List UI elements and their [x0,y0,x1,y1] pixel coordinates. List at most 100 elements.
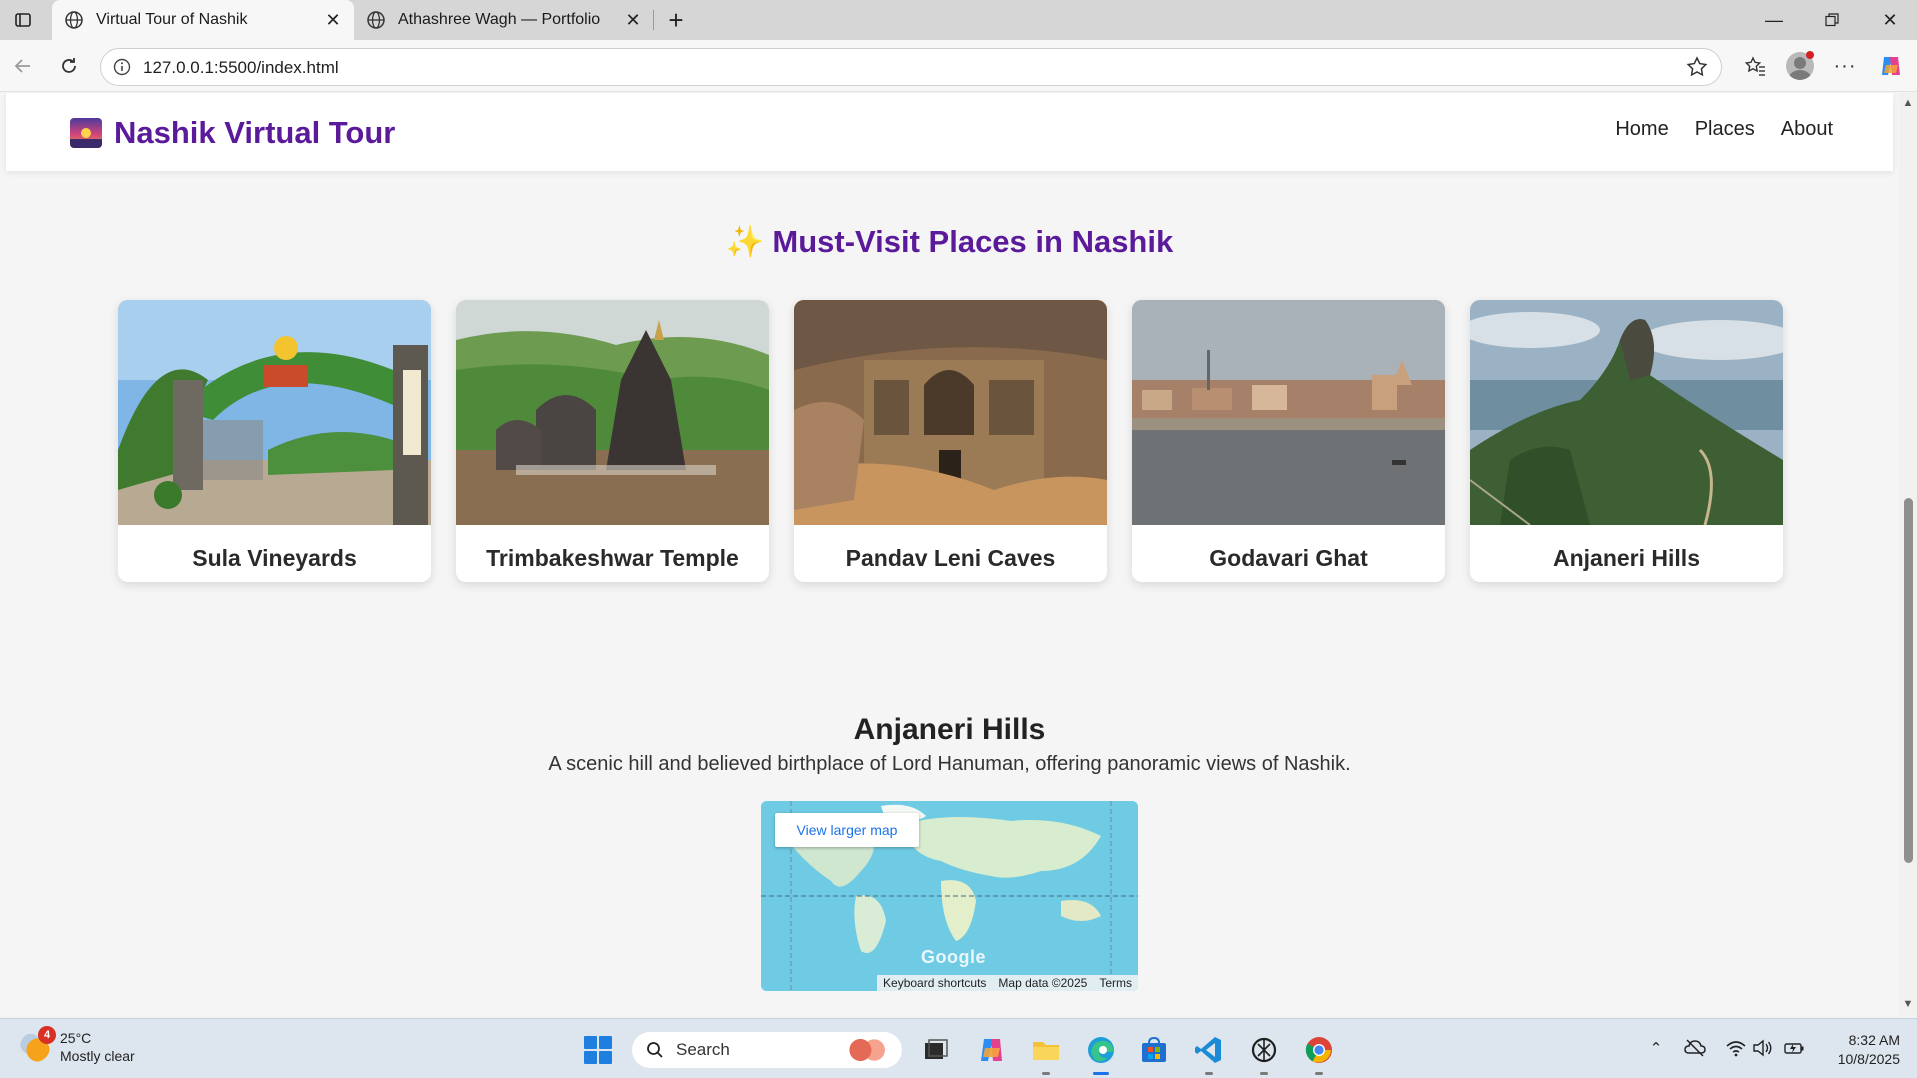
tab-virtual-tour[interactable]: Virtual Tour of Nashik ✕ [52,0,354,40]
copilot-taskbar-button[interactable] [976,1034,1008,1066]
main-nav: Home Places About [1615,118,1833,141]
clock-date: 10/8/2025 [1837,1051,1900,1067]
place-card-pandav-leni[interactable]: Pandav Leni Caves [794,300,1107,582]
place-card-title: Pandav Leni Caves [845,545,1056,571]
vscode-icon [1195,1037,1221,1063]
close-icon[interactable]: ✕ [624,10,642,30]
start-button[interactable] [584,1036,612,1064]
taskbar: 4 25°C Mostly clear Search ⌃ 8:32 AM 10/… [0,1018,1917,1078]
new-tab-button[interactable]: + [662,4,690,35]
weather-icon: 4 [20,1026,56,1062]
place-card-sula[interactable]: Sula Vineyards [118,300,431,582]
place-card-title: Sula Vineyards [192,545,357,571]
taskbar-search[interactable]: Search [632,1032,902,1068]
task-view-button[interactable] [920,1034,952,1066]
back-button[interactable] [6,49,40,83]
reload-button[interactable] [52,49,86,83]
tab-actions-button[interactable] [10,8,36,32]
speaker-icon [1753,1039,1772,1057]
battery-status[interactable] [1783,1039,1805,1059]
plus-icon: + [668,4,684,35]
copilot-button[interactable] [1874,49,1908,83]
weather-badge: 4 [38,1026,56,1044]
tab-divider [653,10,654,30]
terms-link[interactable]: Terms [1093,975,1138,991]
google-logo: Google [921,947,986,967]
notification-dot [1806,51,1814,59]
back-arrow-icon [14,59,30,73]
file-explorer-button[interactable] [1030,1034,1062,1075]
vscode-button[interactable] [1193,1034,1225,1075]
store-icon [1142,1036,1166,1062]
places-grid: Sula Vineyards Trimbakeshwar Temple Pand… [118,300,1783,582]
close-window-button[interactable]: ✕ [1861,0,1917,40]
sparkle-icon: ✨ [725,224,765,259]
nav-places[interactable]: Places [1695,118,1755,141]
wifi-status[interactable] [1725,1039,1747,1059]
search-icon [647,1042,663,1058]
chrome-button[interactable] [1303,1034,1335,1075]
nav-home[interactable]: Home [1615,118,1668,141]
system-clock[interactable]: 8:32 AM 10/8/2025 [1826,1031,1900,1069]
page-viewport: Nashik Virtual Tour Home Places About ✨ M… [0,93,1899,1015]
anjaneri-hills-photo [1470,300,1783,526]
favorite-star-icon[interactable] [1685,55,1709,79]
restore-button[interactable] [1803,0,1861,40]
sunset-city-icon [70,118,102,148]
favorites-button[interactable] [1738,49,1772,83]
tab-actions-icon [15,13,31,27]
search-placeholder: Search [676,1040,730,1059]
url-text[interactable]: 127.0.0.1:5500/index.html [143,58,339,78]
section-title: ✨ Must-Visit Places in Nashik [0,223,1899,260]
onedrive-status[interactable] [1684,1039,1706,1059]
scroll-up-icon[interactable]: ▲ [1902,97,1914,109]
chatgpt-button[interactable] [1248,1034,1280,1075]
wifi-icon [1726,1041,1746,1057]
more-icon: ··· [1833,54,1857,77]
chatgpt-icon [1251,1037,1277,1063]
globe-icon [65,11,83,29]
embedded-map[interactable]: View larger map Google Keyboard shortcut… [761,801,1138,991]
section-title-text: Must-Visit Places in Nashik [772,224,1174,259]
show-hidden-icons-button[interactable]: ⌃ [1645,1039,1667,1059]
site-brand[interactable]: Nashik Virtual Tour [70,115,395,151]
place-card-anjaneri[interactable]: Anjaneri Hills [1470,300,1783,582]
close-icon[interactable]: ✕ [324,10,342,30]
selected-place-title: Anjaneri Hills [853,713,1046,746]
globe-icon [367,11,385,29]
store-button[interactable] [1138,1034,1170,1066]
place-card-godavari[interactable]: Godavari Ghat [1132,300,1445,582]
weather-widget[interactable]: 4 25°C Mostly clear [20,1026,135,1065]
map-data-text: Map data ©2025 [998,976,1088,990]
edge-button[interactable] [1085,1034,1117,1075]
tab-portfolio[interactable]: Athashree Wagh — Portfolio ✕ [354,0,654,40]
folder-icon [1033,1042,1059,1060]
brand-title: Nashik Virtual Tour [114,115,396,150]
page-scrollbar[interactable]: ▲ ▼ [1899,93,1917,1015]
pandav-leni-caves-photo [794,300,1107,525]
volume-status[interactable] [1752,1039,1774,1059]
battery-icon [1784,1043,1804,1054]
browser-toolbar: 127.0.0.1:5500/index.html ··· [0,40,1917,92]
nav-about[interactable]: About [1781,118,1833,141]
address-bar[interactable]: 127.0.0.1:5500/index.html [100,48,1722,86]
view-larger-map-button[interactable]: View larger map [775,813,919,847]
place-card-title: Anjaneri Hills [1553,545,1700,571]
weather-condition: Mostly clear [60,1048,135,1064]
more-menu-button[interactable]: ··· [1828,49,1862,83]
scroll-thumb[interactable] [1904,498,1913,863]
restore-icon [1825,13,1839,27]
minimize-button[interactable]: — [1745,0,1803,40]
chrome-icon [1305,1037,1332,1063]
favorites-icon [1744,56,1765,76]
place-card-title: Trimbakeshwar Temple [486,545,739,571]
tab-strip: Virtual Tour of Nashik ✕ Athashree Wagh … [0,0,1917,40]
place-card-title: Godavari Ghat [1209,545,1368,571]
cloud-off-icon [1684,1039,1706,1057]
place-card-trimbakeshwar[interactable]: Trimbakeshwar Temple [456,300,769,582]
weather-temp: 25°C [60,1030,92,1046]
minimize-icon: — [1765,9,1783,30]
scroll-down-icon[interactable]: ▼ [1902,998,1914,1010]
keyboard-shortcuts-link[interactable]: Keyboard shortcuts [877,975,992,991]
godavari-ghat-photo [1132,300,1445,525]
